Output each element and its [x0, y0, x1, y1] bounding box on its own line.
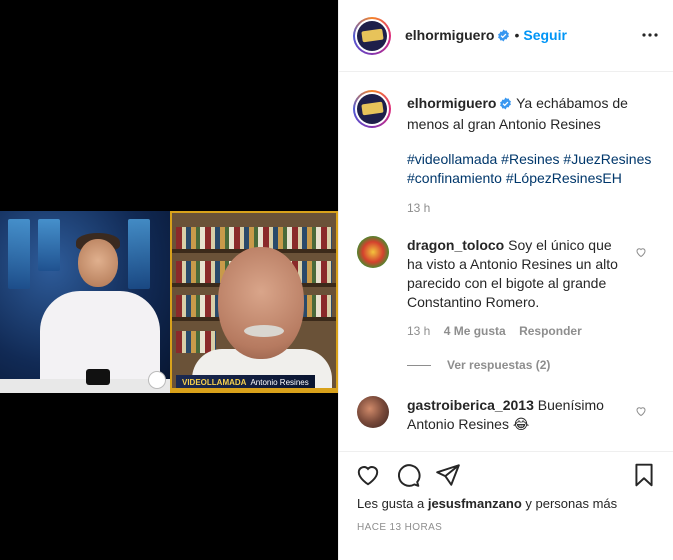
videocall-caption: VIDEOLLAMADA Antonio Resines: [176, 375, 315, 389]
caption-avatar[interactable]: [353, 90, 391, 128]
host-head: [78, 239, 118, 287]
studio-screen: [38, 219, 60, 271]
heart-icon[interactable]: [355, 462, 381, 488]
caption-hashtags[interactable]: #videollamada #Resines #JuezResines #con…: [407, 150, 655, 188]
videocall-bar: [172, 388, 336, 391]
bookshelf-row: [176, 331, 216, 353]
header-line: elhormiguero • Seguir: [405, 27, 567, 45]
comment-likes[interactable]: 4 Me gusta: [444, 324, 506, 338]
comment-username[interactable]: dragon_toloco: [407, 237, 504, 253]
guest-mustache: [244, 325, 284, 337]
post-media[interactable]: VIDEOLLAMADA Antonio Resines: [0, 0, 338, 560]
follow-button[interactable]: Seguir: [523, 27, 567, 43]
view-replies-button[interactable]: Ver respuestas (2): [447, 358, 550, 372]
desk: [0, 379, 170, 393]
comment-icon[interactable]: [395, 462, 421, 488]
comment-2: gastroiberica_2013 Buenísimo Antonio Res…: [407, 396, 629, 434]
comment-like-icon[interactable]: [635, 404, 647, 420]
verified-icon: [499, 96, 512, 115]
author-username[interactable]: elhormiguero: [405, 27, 494, 43]
guest-head: [218, 247, 304, 359]
comments-section: elhormiguero Ya echábamos de menos al gr…: [339, 72, 673, 452]
post-actions: Les gusta a jesusfmanzano y personas más…: [339, 451, 673, 560]
caption-time[interactable]: 13 h: [407, 201, 430, 215]
liker-username[interactable]: jesusfmanzano: [428, 496, 522, 511]
studio-screen: [8, 219, 30, 289]
comment-username[interactable]: gastroiberica_2013: [407, 397, 534, 413]
ball: [148, 371, 166, 389]
comment-like-icon[interactable]: [635, 245, 647, 261]
post-header: elhormiguero • Seguir: [339, 0, 673, 72]
caption-username[interactable]: elhormiguero: [407, 95, 496, 111]
studio-screen: [128, 219, 150, 289]
comment-meta: 13 h 4 Me gusta Responder: [407, 324, 582, 338]
share-icon[interactable]: [435, 462, 461, 488]
likes-summary: Les gusta a jesusfmanzano y personas más: [357, 496, 617, 511]
post-sidebar: elhormiguero • Seguir elhormiguero Ya echá…: [338, 0, 673, 560]
separator-dot: •: [514, 27, 520, 43]
verified-icon: [497, 29, 510, 45]
caption: elhormiguero Ya echábamos de menos al gr…: [407, 94, 655, 134]
mug: [86, 369, 110, 385]
video-frame[interactable]: VIDEOLLAMADA Antonio Resines: [0, 211, 338, 393]
author-avatar[interactable]: [353, 17, 391, 55]
comment-1: dragon_toloco Soy el único que ha visto …: [407, 236, 629, 312]
post-timestamp[interactable]: HACE 13 HORAS: [357, 522, 442, 533]
reply-button[interactable]: Responder: [519, 324, 582, 338]
videocall-label: VIDEOLLAMADA: [182, 377, 247, 387]
videocall-name: Antonio Resines: [250, 377, 309, 387]
bookmark-icon[interactable]: [631, 462, 657, 488]
bookshelf-row: [176, 227, 332, 249]
studio-scene: [0, 211, 170, 393]
videocall-window: VIDEOLLAMADA Antonio Resines: [170, 211, 338, 393]
comment-time[interactable]: 13 h: [407, 324, 430, 338]
likes-prefix: Les gusta a: [357, 496, 425, 511]
more-options-icon[interactable]: [641, 26, 659, 47]
replies-divider: [407, 365, 431, 366]
likes-suffix[interactable]: y personas más: [525, 496, 617, 511]
commenter-avatar[interactable]: [357, 236, 389, 268]
commenter-avatar[interactable]: [357, 396, 389, 428]
